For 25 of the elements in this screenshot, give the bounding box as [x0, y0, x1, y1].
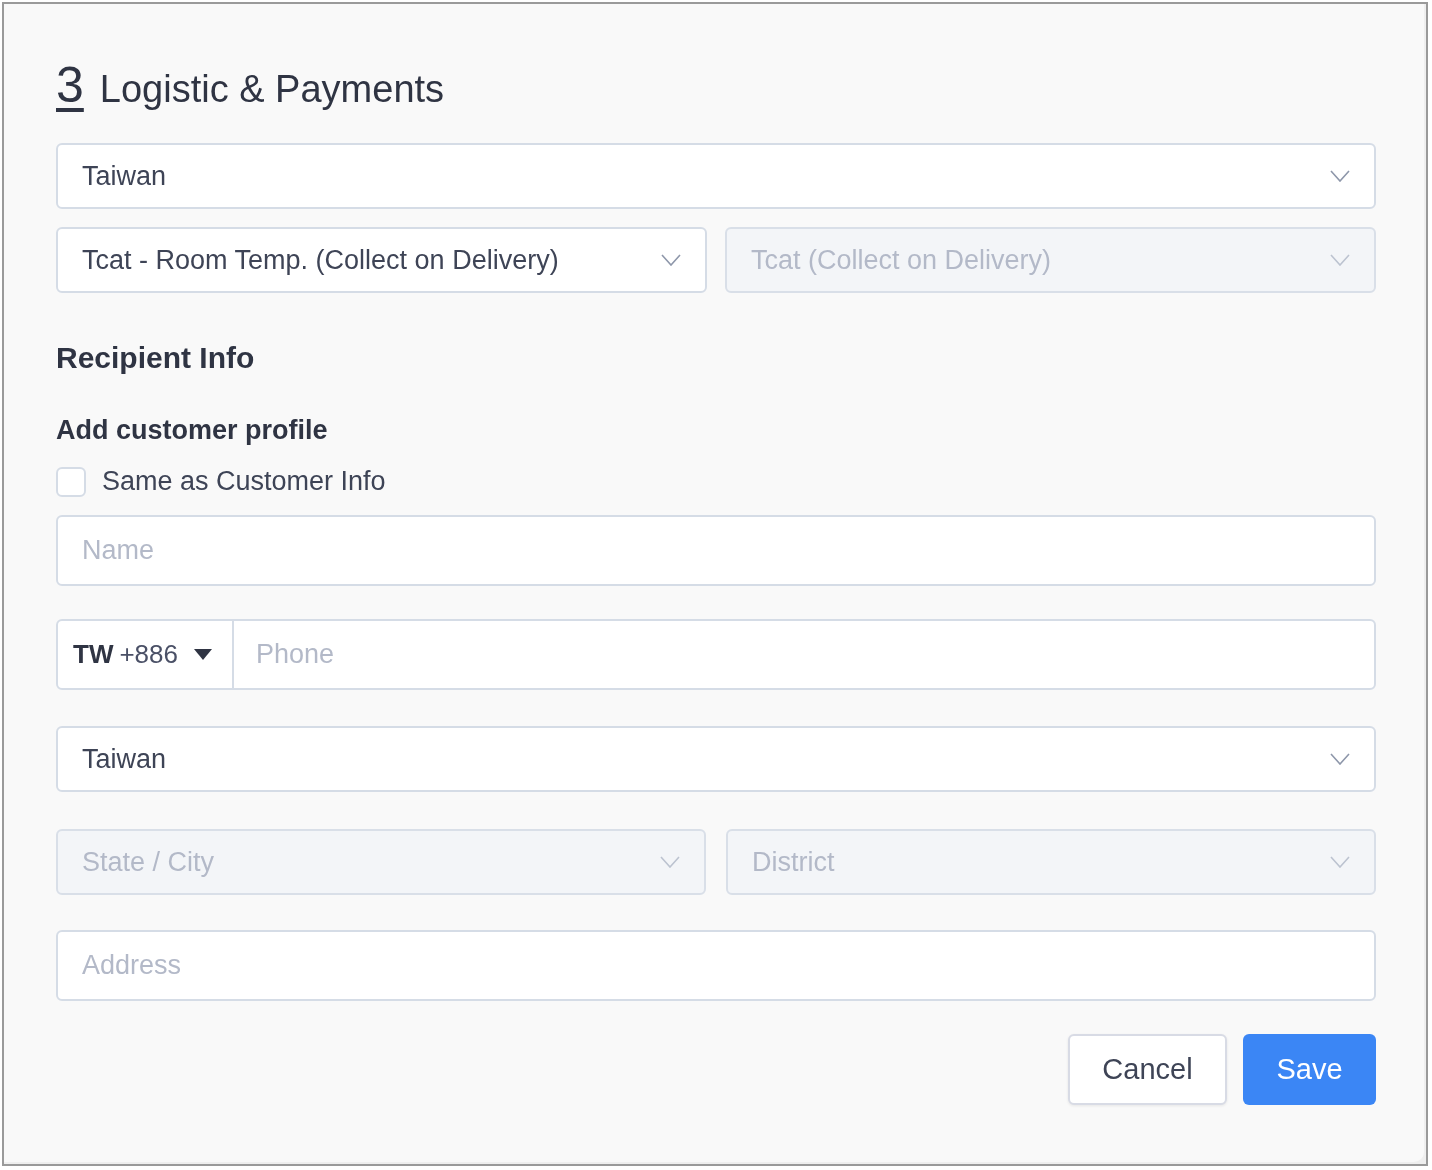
country-code: TW [73, 639, 114, 670]
section-title: Logistic & Payments [99, 68, 445, 111]
chevron-down-icon [1330, 254, 1350, 266]
country-code-dropdown[interactable]: TW +886 [58, 621, 234, 688]
cancel-button[interactable]: Cancel [1068, 1034, 1227, 1105]
chevron-down-icon [1330, 753, 1350, 765]
phone-input-field[interactable]: Phone [234, 621, 1374, 688]
chevron-down-icon [1330, 170, 1350, 182]
chevron-down-icon [660, 856, 680, 868]
name-input-field[interactable]: Name [56, 515, 1376, 586]
phone-field[interactable]: TW +886 Phone [56, 619, 1376, 690]
select-field[interactable]: Taiwan [56, 143, 1376, 209]
save-button[interactable]: Save [1243, 1034, 1376, 1105]
subheading: Add customer profile [56, 415, 329, 446]
address-input-field[interactable]: Address [56, 930, 1376, 1001]
checkbox[interactable] [56, 466, 86, 497]
select-field[interactable]: Taiwan [56, 726, 1376, 792]
caret-icon [194, 649, 212, 660]
chevron-down-icon [1330, 856, 1350, 868]
select-field[interactable]: Tcat - Room Temp. (Collect on Delivery) [56, 227, 707, 293]
chevron-down-icon [661, 254, 681, 266]
dial-code: +886 [119, 639, 178, 670]
step-number: 3 [56, 56, 84, 114]
section-heading: Recipient Info [56, 341, 256, 375]
checkbox-label[interactable]: Same as Customer Info [102, 466, 386, 497]
